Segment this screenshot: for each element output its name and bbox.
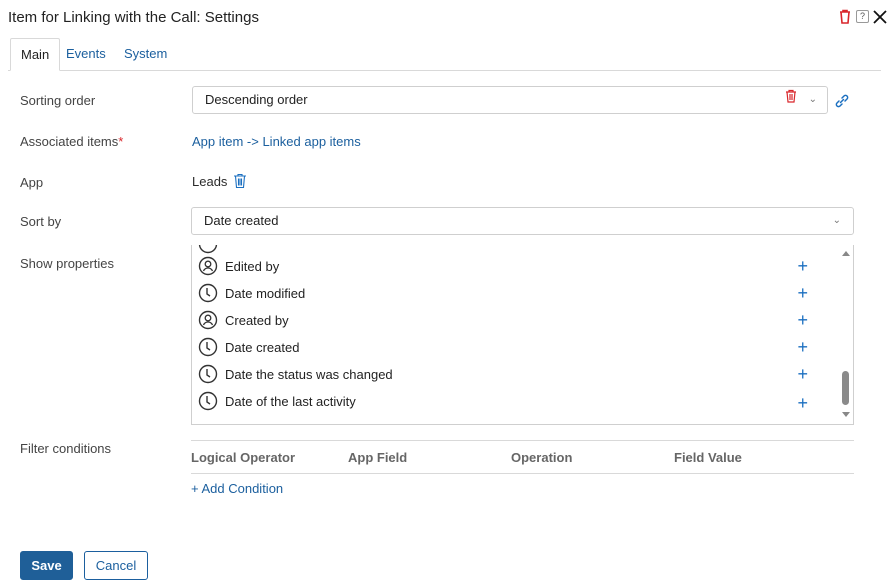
clock-icon — [198, 391, 218, 411]
add-property-button[interactable]: + — [797, 394, 808, 412]
list-item[interactable]: Edited by + — [198, 255, 838, 277]
list-item-label: Date created — [225, 339, 300, 355]
clock-icon — [198, 245, 218, 254]
list-item-label: Edited by — [225, 258, 280, 274]
list-item-label: Date of the last activity — [225, 393, 356, 409]
dialog-title: Item for Linking with the Call: Settings — [8, 9, 259, 26]
tab-main[interactable]: Main — [10, 38, 61, 71]
tab-bar: Main Events System — [8, 38, 881, 71]
filter-table-header: Logical Operator App Field Operation Fie… — [191, 440, 854, 474]
trash-icon[interactable] — [233, 173, 247, 189]
list-item[interactable]: Date modified + — [198, 282, 838, 304]
scroll-up-arrow[interactable] — [842, 251, 850, 256]
dialog-toolbar: ? — [838, 9, 887, 24]
list-item[interactable]: Created by + — [198, 309, 838, 331]
column-header-logical-operator: Logical Operator — [191, 450, 296, 465]
user-icon — [198, 310, 218, 330]
scrollbar-thumb[interactable] — [842, 371, 849, 405]
app-value-text: Leads — [192, 173, 228, 189]
sorting-order-select[interactable]: Descending order ⌄ — [192, 86, 828, 114]
column-header-app-field: App Field — [348, 450, 408, 465]
clear-value-icon[interactable] — [785, 88, 797, 114]
add-property-button[interactable]: + — [797, 311, 808, 329]
clock-icon — [198, 283, 218, 303]
add-property-button[interactable]: + — [797, 257, 808, 275]
list-item-label: Created by — [225, 312, 289, 328]
sorting-order-value: Descending order — [205, 92, 308, 107]
sort-by-label: Sort by — [20, 214, 62, 229]
show-properties-label: Show properties — [20, 256, 114, 271]
list-item[interactable]: Date of the last activity + — [198, 390, 838, 412]
filter-conditions-label: Filter conditions — [20, 441, 112, 456]
column-header-operation: Operation — [511, 450, 573, 465]
list-item-label: Date the status was changed — [225, 366, 393, 382]
associated-items-link[interactable]: App item -> Linked app items — [192, 134, 361, 149]
delete-icon[interactable] — [838, 9, 852, 24]
sorting-order-label: Sorting order — [20, 93, 96, 108]
app-value: Leads — [192, 173, 247, 189]
chevron-down-icon: ⌄ — [832, 215, 841, 226]
app-label: App — [20, 175, 44, 190]
add-property-button[interactable]: + — [797, 365, 808, 383]
associated-items-label: Associated items* — [20, 134, 123, 149]
sort-by-select[interactable]: Date created ⌄ — [191, 207, 854, 235]
tab-system[interactable]: System — [124, 38, 167, 71]
scroll-down-arrow[interactable] — [842, 412, 850, 417]
save-button[interactable]: Save — [20, 551, 73, 580]
list-item[interactable]: Date the status was changed + — [198, 363, 838, 385]
clock-icon — [198, 364, 218, 384]
associated-items-label-text: Associated items — [20, 134, 119, 149]
link-icon[interactable] — [834, 93, 850, 112]
properties-list[interactable]: Edited by + Date modified + Created by +… — [191, 245, 854, 425]
cancel-button[interactable]: Cancel — [84, 551, 148, 580]
chevron-down-icon: ⌄ — [808, 94, 817, 105]
column-header-field-value: Field Value — [674, 450, 742, 465]
clock-icon — [198, 337, 218, 357]
scrollbar[interactable] — [839, 245, 853, 424]
tab-events[interactable]: Events — [66, 38, 106, 71]
user-icon — [198, 256, 218, 276]
help-icon[interactable]: ? — [856, 10, 869, 23]
list-item — [198, 245, 838, 255]
list-item-label: Date modified — [225, 285, 306, 301]
required-mark: * — [118, 134, 124, 149]
add-property-button[interactable]: + — [797, 284, 808, 302]
add-condition-link[interactable]: + Add Condition — [191, 481, 283, 496]
sort-by-value: Date created — [204, 213, 279, 228]
add-property-button[interactable]: + — [797, 338, 808, 356]
close-icon[interactable] — [873, 9, 887, 24]
list-item[interactable]: Date created + — [198, 336, 838, 358]
